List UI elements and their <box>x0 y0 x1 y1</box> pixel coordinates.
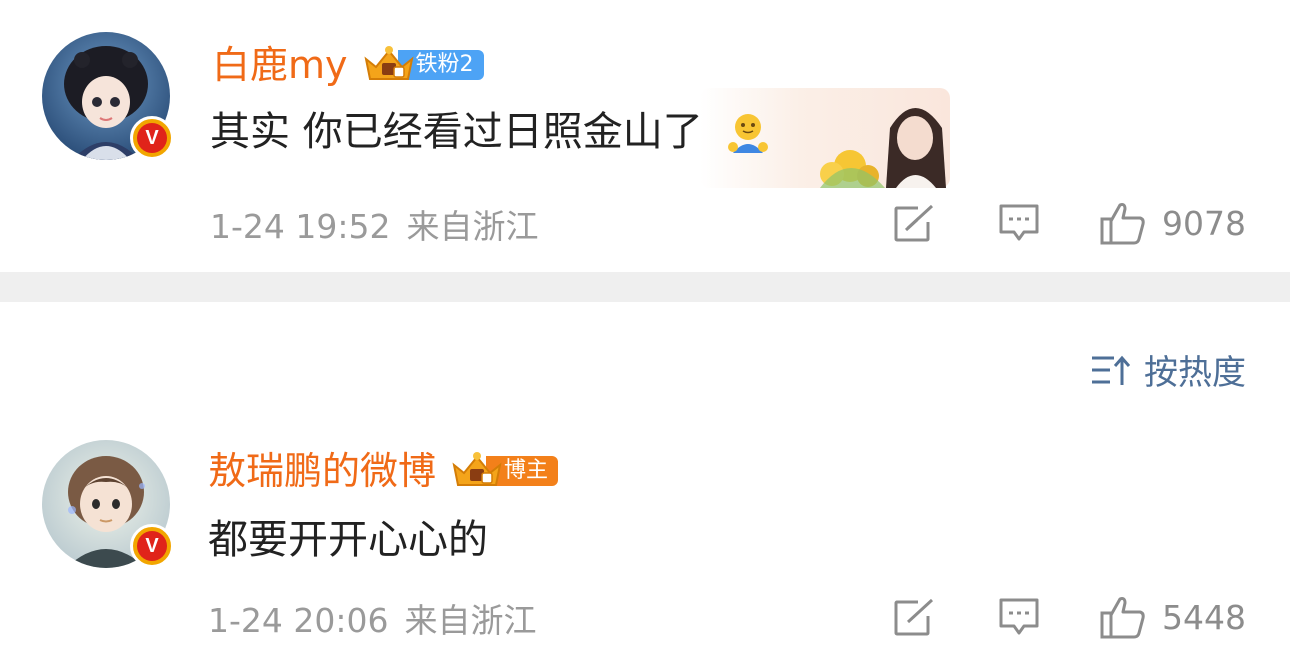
like-icon <box>1100 203 1145 245</box>
like-icon <box>1100 597 1145 639</box>
crown-icon <box>452 452 502 486</box>
comment-location: 来自浙江 <box>406 207 539 246</box>
user-name-row: 白鹿my 铁粉2 <box>212 40 484 90</box>
comment-time: 1-24 19:52 <box>210 207 391 246</box>
comment-meta: 1-24 19:52 来自浙江 <box>210 200 539 248</box>
sort-icon <box>1092 355 1130 385</box>
verified-icon: V <box>130 524 174 568</box>
verified-icon: V <box>130 116 174 160</box>
user-name-row: 敖瑞鹏的微博 博主 <box>208 446 559 496</box>
comment-item: V 敖瑞鹏的微博 博主 都要开开心心的 1-24 20:06 来自浙江 5448 <box>0 430 1290 659</box>
share-icon <box>894 204 937 242</box>
like-count: 5448 <box>1162 597 1246 637</box>
section-divider <box>0 272 1290 302</box>
comment-icon <box>999 598 1039 635</box>
emoji-icon <box>725 111 771 157</box>
comment-text: 其实 你已经看过日照金山了 <box>210 104 771 160</box>
share-button[interactable] <box>894 204 937 242</box>
comment-meta: 1-24 20:06 来自浙江 <box>208 594 537 642</box>
like-button[interactable]: 9078 <box>1100 201 1246 245</box>
comment-location: 来自浙江 <box>404 601 537 640</box>
comment-time: 1-24 20:06 <box>208 601 389 640</box>
comment-icon <box>999 204 1039 241</box>
comment-button[interactable] <box>998 203 1040 243</box>
share-button[interactable] <box>894 598 937 636</box>
comment-text: 都要开开心心的 <box>208 517 488 563</box>
fan-rank-badge[interactable]: 铁粉2 <box>362 46 484 83</box>
share-icon <box>894 598 937 636</box>
sort-toggle[interactable]: 按热度 <box>1090 345 1246 394</box>
comment-button[interactable] <box>998 597 1040 637</box>
avatar[interactable]: V <box>42 32 174 160</box>
sort-label: 按热度 <box>1144 353 1246 393</box>
avatar[interactable]: V <box>42 440 174 568</box>
crown-icon <box>363 46 414 80</box>
comment-actions: 9078 <box>894 198 1246 248</box>
username[interactable]: 敖瑞鹏的微博 <box>208 446 436 496</box>
like-button[interactable]: 5448 <box>1100 595 1246 639</box>
comment-item: V 白鹿my 铁粉2 其实 你已经看过日照金山了 1-24 19:52 来自浙江… <box>0 0 1290 272</box>
blogger-badge[interactable]: 博主 <box>450 452 559 489</box>
comment-actions: 5448 <box>894 592 1246 642</box>
like-count: 9078 <box>1162 203 1246 243</box>
username[interactable]: 白鹿my <box>212 40 348 90</box>
